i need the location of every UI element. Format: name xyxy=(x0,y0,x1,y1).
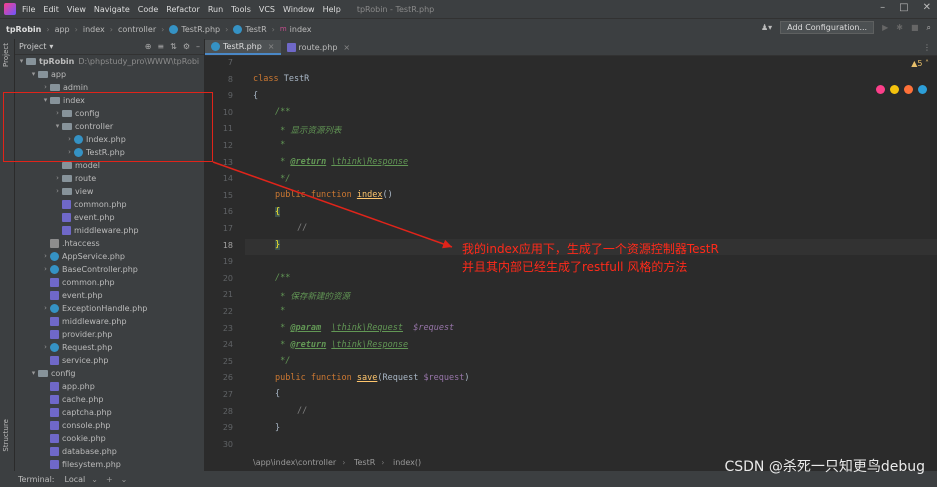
csdn-watermark: CSDN @杀死一只知更鸟debug xyxy=(724,459,925,475)
annotation-line-1: 我的index应用下，生成了一个资源控制器TestR xyxy=(462,242,719,256)
annotation-line-2: 并且其内部已经生成了restfull 风格的方法 xyxy=(462,260,688,274)
annotation-text: 我的index应用下，生成了一个资源控制器TestR 并且其内部已经生成了res… xyxy=(462,240,719,276)
